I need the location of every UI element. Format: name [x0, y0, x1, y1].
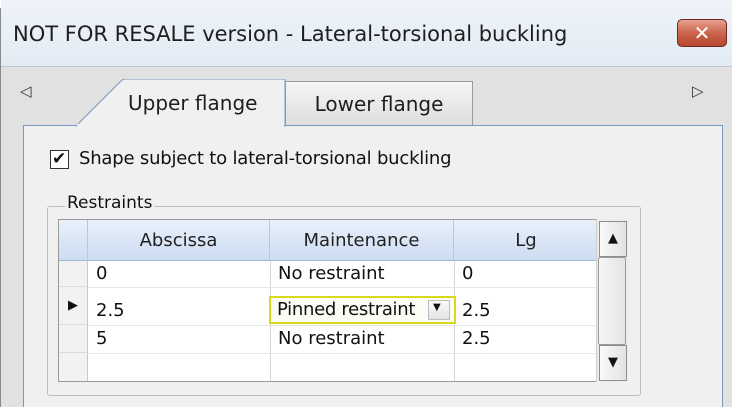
tab-scroll-left-icon[interactable]: ◁	[20, 82, 32, 100]
cell-maintenance[interactable]: No restraint	[278, 263, 385, 285]
dropdown-button[interactable]: ▼	[428, 300, 450, 320]
window-title: NOT FOR RESALE version - Lateral-torsion…	[13, 22, 568, 46]
scroll-up-button[interactable]: ▲	[599, 221, 627, 257]
restraints-legend: Restraints	[65, 193, 155, 213]
arrow-down-icon: ▼	[608, 355, 618, 370]
column-header-maintenance[interactable]: Maintenance	[270, 220, 454, 261]
cell-lg[interactable]: 0	[462, 263, 473, 285]
cell-lg[interactable]: 2.5	[462, 328, 491, 350]
buckling-checkbox-label[interactable]: Shape subject to lateral-torsional buckl…	[79, 148, 452, 169]
tab-upper-flange-label: Upper flange	[128, 91, 258, 115]
current-row-icon: ▶	[68, 298, 78, 313]
row-header[interactable]	[59, 325, 88, 353]
row-divider	[88, 325, 598, 326]
grid-corner-header	[59, 220, 88, 261]
column-header-abscissa[interactable]: Abscissa	[88, 220, 270, 261]
column-header-abscissa-label: Abscissa	[139, 230, 218, 251]
chevron-down-icon: ▼	[433, 302, 441, 313]
row-header[interactable]	[59, 353, 88, 381]
cell-abscissa[interactable]: 0	[96, 263, 107, 285]
row-header[interactable]	[59, 261, 88, 287]
column-header-lg[interactable]: Lg	[454, 220, 599, 261]
tab-lower-flange[interactable]: Lower flange	[285, 81, 473, 125]
checkmark-icon: ✔	[52, 149, 67, 169]
row-divider	[88, 353, 598, 354]
tab-scroll-right-icon[interactable]: ▷	[692, 82, 704, 100]
close-icon: ✕	[693, 21, 711, 45]
buckling-dialog: NOT FOR RESALE version - Lateral-torsion…	[0, 0, 732, 407]
maintenance-dropdown-value: Pinned restraint	[277, 299, 416, 320]
cell-maintenance[interactable]: No restraint	[278, 328, 385, 350]
cell-abscissa[interactable]: 2.5	[96, 300, 125, 322]
row-divider	[88, 287, 598, 288]
scrollbar-thumb[interactable]	[598, 257, 626, 345]
tab-lower-flange-label: Lower flange	[314, 92, 444, 116]
title-bar[interactable]: NOT FOR RESALE version - Lateral-torsion…	[1, 0, 732, 66]
scroll-down-button[interactable]: ▼	[599, 345, 627, 381]
cell-abscissa[interactable]: 5	[96, 328, 107, 350]
arrow-up-icon: ▲	[608, 231, 618, 246]
column-header-lg-label: Lg	[515, 230, 537, 251]
cell-lg[interactable]: 2.5	[462, 300, 491, 322]
buckling-checkbox[interactable]: ✔	[50, 149, 69, 169]
close-button[interactable]: ✕	[677, 19, 727, 47]
row-header[interactable]: ▶	[59, 287, 88, 325]
column-header-maintenance-label: Maintenance	[303, 230, 420, 251]
maintenance-dropdown[interactable]: Pinned restraint ▼	[269, 296, 456, 324]
